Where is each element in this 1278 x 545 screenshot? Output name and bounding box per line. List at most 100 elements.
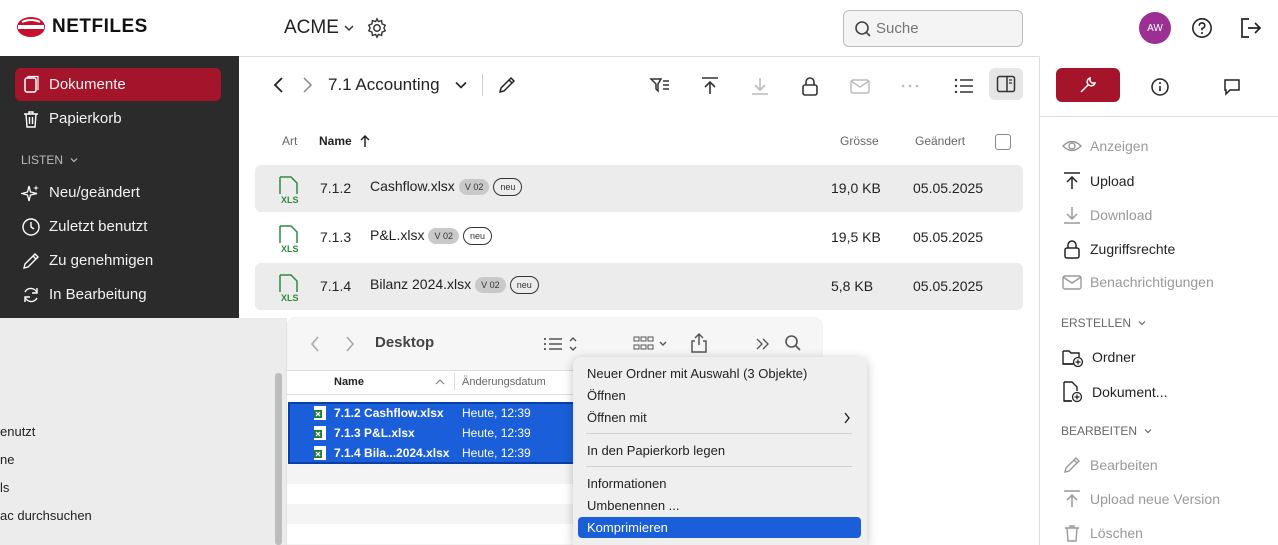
search-box[interactable] [843, 10, 1023, 47]
sidebar: Dokumente Papierkorb LISTEN Neu/geändert… [0, 56, 239, 318]
menu-item-new-folder-with-selection[interactable]: Neuer Ordner mit Auswahl (3 Objekte) [587, 366, 807, 381]
lists-heading[interactable]: LISTEN [21, 153, 79, 167]
finder-sidebar-item[interactable]: enutzt [0, 424, 35, 439]
search-icon[interactable] [784, 334, 802, 352]
table-row[interactable]: XLS 7.1.2 Cashflow.xlsx V 02 neu 19,0 KB 0… [255, 165, 1023, 212]
row-name[interactable]: Bilanz 2024.xlsx V 02 neu [370, 276, 539, 294]
create-heading[interactable]: ERSTELLEN [1061, 316, 1147, 330]
brand-name: NETFILES [52, 16, 148, 37]
share-icon[interactable] [690, 332, 708, 354]
finder-sidebar-item[interactable]: ls [0, 480, 9, 495]
context-menu: Neuer Ordner mit Auswahl (3 Objekte) Öff… [573, 357, 867, 545]
action-create-folder[interactable]: Ordner [1062, 347, 1136, 367]
action-create-document[interactable]: Dokument... [1062, 381, 1167, 403]
clock-icon [22, 217, 40, 236]
upload-icon[interactable] [699, 75, 721, 97]
pencil-icon [23, 252, 39, 269]
eye-icon [1062, 140, 1082, 152]
action-upload[interactable]: Upload [1062, 171, 1134, 191]
chevron-right-icon [844, 412, 850, 424]
version-badge: V 02 [475, 277, 506, 293]
col-art: Art [282, 134, 298, 148]
sidebar-item-label: Dokumente [49, 76, 126, 93]
workspace-name: ACME [284, 17, 339, 38]
sidebar-item-documents[interactable]: Dokumente [15, 68, 221, 101]
sidebar-item-recent[interactable]: Zuletzt benutzt [15, 210, 221, 243]
divider [454, 373, 455, 390]
sidebar-item-in-progress[interactable]: In Bearbeitung [15, 278, 221, 311]
col-name[interactable]: Name [319, 134, 352, 148]
grid-view-icon[interactable] [633, 335, 671, 353]
version-badge: V 02 [428, 228, 459, 244]
menu-item-get-info[interactable]: Informationen [587, 476, 667, 491]
sidebar-item-label: Zu genehmigen [49, 252, 154, 269]
lock-icon[interactable] [799, 75, 821, 97]
sidebar-item-to-approve[interactable]: Zu genehmigen [15, 244, 221, 277]
document-plus-icon [1063, 381, 1083, 403]
finder-sidebar: enutzt ne ls ac durchsuchen [0, 318, 287, 545]
pencil-icon [1064, 457, 1080, 473]
row-number: 7.1.3 [320, 229, 352, 245]
workspace-selector[interactable]: ACME [284, 17, 355, 39]
edit-heading-label: BEARBEITEN [1061, 424, 1138, 438]
back-arrow-icon[interactable] [272, 76, 286, 94]
menu-item-compress[interactable]: Komprimieren [587, 520, 668, 535]
col-changed: Geändert [915, 134, 966, 148]
logout-icon[interactable] [1239, 17, 1263, 39]
help-icon[interactable] [1191, 17, 1213, 39]
col-date[interactable]: Änderungsdatum [462, 376, 546, 388]
finder-sidebar-item[interactable]: ne [0, 452, 14, 467]
col-name[interactable]: Name [334, 376, 364, 388]
menu-item-rename[interactable]: Umbenennen ... [587, 498, 680, 513]
chevron-down-icon[interactable] [454, 78, 468, 92]
selection-outline [288, 402, 575, 464]
forward-arrow-icon[interactable] [300, 76, 314, 94]
excel-file-icon: XLS [279, 225, 299, 253]
tab-tools[interactable] [1056, 68, 1120, 102]
menu-item-move-to-trash[interactable]: In den Papierkorb legen [587, 443, 725, 458]
row-name[interactable]: Cashflow.xlsx V 02 neu [370, 178, 523, 196]
table-row[interactable]: XLS 7.1.3 P&L.xlsx V 02 neu 19,5 KB 05.05.… [255, 214, 1023, 261]
folder-title[interactable]: 7.1 Accounting [328, 75, 440, 95]
edit-pencil-icon[interactable] [497, 75, 517, 95]
back-arrow-icon[interactable] [309, 335, 321, 353]
avatar[interactable]: AW [1139, 12, 1171, 44]
info-icon[interactable] [1150, 77, 1170, 97]
table-row[interactable]: XLS 7.1.4 Bilanz 2024.xlsx V 02 neu 5,8 KB… [255, 263, 1023, 310]
upload-icon [1064, 172, 1080, 189]
svg-text:XLS: XLS [281, 195, 299, 204]
list-view-icon[interactable] [953, 75, 975, 97]
sort-arrow-up-icon[interactable] [359, 134, 371, 148]
row-date: 05.05.2025 [913, 229, 984, 245]
gear-icon[interactable] [366, 17, 388, 39]
comment-icon[interactable] [1222, 77, 1242, 97]
sidebar-item-new-changed[interactable]: Neu/geändert [15, 176, 221, 209]
excel-file-icon: XLS [279, 176, 299, 204]
menu-item-open[interactable]: Öffnen [587, 388, 626, 403]
menu-item-open-with[interactable]: Öffnen mit [587, 410, 647, 425]
more-chevrons-icon[interactable] [755, 336, 771, 352]
action-label: Ordner [1092, 349, 1136, 365]
row-name[interactable]: P&L.xlsx V 02 neu [370, 227, 493, 245]
mail-icon [1062, 275, 1082, 290]
chevron-up-icon[interactable] [435, 378, 445, 386]
search-input[interactable] [874, 19, 1018, 38]
finder-sidebar-item[interactable]: ac durchsuchen [0, 508, 92, 523]
filter-list-icon[interactable] [649, 75, 671, 95]
file-name[interactable]: P&L.xlsx [370, 227, 424, 243]
action-label: Löschen [1090, 525, 1143, 541]
sidebar-item-label: Neu/geändert [49, 184, 140, 201]
detail-panel-toggle[interactable] [989, 68, 1023, 100]
sidebar-item-trash[interactable]: Papierkorb [15, 102, 221, 135]
file-name[interactable]: Bilanz 2024.xlsx [370, 276, 471, 292]
list-view-icon[interactable] [543, 335, 581, 353]
folder-plus-icon [1062, 350, 1084, 367]
file-name[interactable]: Cashflow.xlsx [370, 178, 455, 194]
edit-heading[interactable]: BEARBEITEN [1061, 424, 1153, 438]
action-upload-new-version: Upload neue Version [1062, 489, 1220, 509]
netfiles-logo[interactable]: NETFILES [16, 16, 148, 38]
select-all-checkbox[interactable] [995, 134, 1011, 150]
finder-scrollbar[interactable] [275, 373, 282, 545]
action-permissions[interactable]: Zugriffsrechte [1062, 239, 1175, 259]
forward-arrow-icon[interactable] [344, 335, 356, 353]
